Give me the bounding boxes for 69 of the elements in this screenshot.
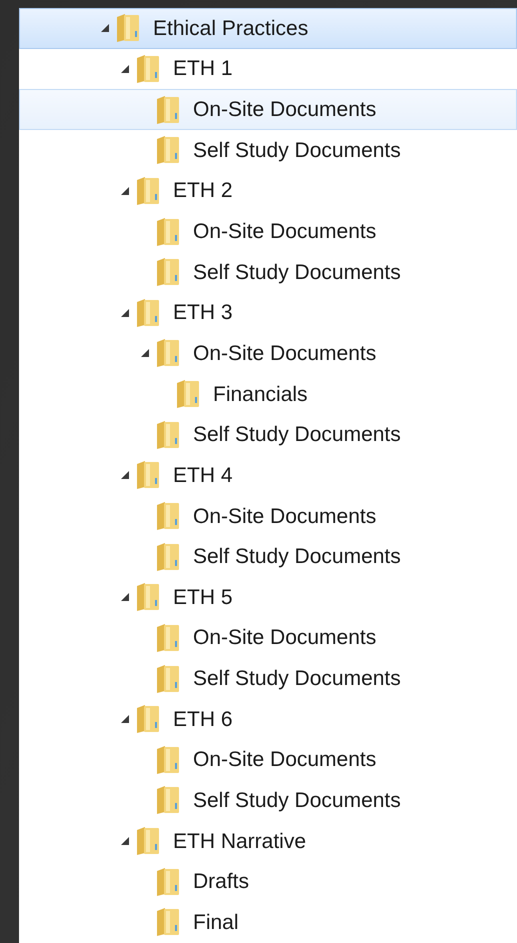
folder-icon bbox=[135, 582, 161, 612]
folder-icon bbox=[155, 94, 181, 125]
folder-label: Self Study Documents bbox=[193, 790, 401, 811]
folder-icon bbox=[155, 257, 181, 288]
folder-label: Drafts bbox=[193, 871, 250, 892]
tree-row[interactable]: ETH Narrative bbox=[19, 820, 517, 862]
folder-label: On-Site Documents bbox=[193, 749, 376, 770]
tree-row[interactable]: ETH 4 bbox=[19, 455, 517, 496]
tree-row[interactable]: ETH 2 bbox=[19, 170, 517, 212]
folder-icon bbox=[155, 135, 181, 166]
folder-label: ETH Narrative bbox=[173, 830, 306, 852]
folder-icon bbox=[135, 298, 161, 328]
folder-label: Financials bbox=[213, 384, 308, 405]
folder-label: ETH 2 bbox=[173, 180, 233, 202]
folder-icon bbox=[135, 704, 161, 734]
folder-label: ETH 5 bbox=[173, 586, 233, 608]
folder-label: ETH 3 bbox=[173, 302, 233, 324]
folder-label: On-Site Documents bbox=[193, 221, 376, 242]
tree-row[interactable]: ETH 3 bbox=[19, 292, 517, 334]
folder-label: On-Site Documents bbox=[193, 627, 376, 648]
folder-label: Self Study Documents bbox=[193, 424, 401, 446]
folder-icon bbox=[135, 176, 161, 206]
tree-row[interactable]: On-Site Documents bbox=[19, 89, 517, 130]
folder-label: Self Study Documents bbox=[193, 668, 401, 690]
folder-icon bbox=[155, 907, 181, 938]
folder-label: On-Site Documents bbox=[193, 506, 376, 526]
tree-row[interactable]: ETH 6 bbox=[19, 698, 517, 740]
folder-label: On-Site Documents bbox=[193, 342, 376, 364]
folder-label: Ethical Practices bbox=[153, 18, 308, 39]
tree-row[interactable]: On-Site Documents bbox=[19, 740, 517, 780]
tree-row[interactable]: Final bbox=[19, 902, 517, 943]
tree-row[interactable]: Drafts bbox=[19, 861, 517, 902]
folder-label: Final bbox=[193, 912, 239, 933]
folder-icon bbox=[135, 826, 161, 856]
folder-label: ETH 1 bbox=[173, 58, 233, 80]
tree-row[interactable]: Self Study Documents bbox=[19, 252, 517, 292]
tree-row[interactable]: On-Site Documents bbox=[19, 211, 517, 252]
folder-label: ETH 4 bbox=[173, 464, 233, 486]
folder-label: Self Study Documents bbox=[193, 546, 401, 568]
folder-icon bbox=[155, 501, 181, 531]
folder-label: Self Study Documents bbox=[193, 140, 401, 161]
tree-row[interactable]: Self Study Documents bbox=[19, 130, 517, 171]
folder-icon bbox=[135, 54, 161, 84]
tree-row[interactable]: Self Study Documents bbox=[19, 414, 517, 456]
folder-label: ETH 6 bbox=[173, 708, 233, 730]
folder-icon bbox=[155, 785, 181, 816]
tree-row[interactable]: On-Site Documents bbox=[19, 496, 517, 536]
folder-icon bbox=[155, 338, 181, 368]
tree-row[interactable]: On-Site Documents bbox=[19, 618, 517, 658]
folder-icon bbox=[155, 866, 181, 897]
tree-row[interactable]: Financials bbox=[19, 374, 517, 414]
tree-row[interactable]: ETH 1 bbox=[19, 48, 517, 90]
folder-icon bbox=[115, 13, 141, 44]
folder-icon bbox=[135, 460, 161, 490]
folder-label: On-Site Documents bbox=[193, 99, 376, 120]
tree-row[interactable]: On-Site Documents bbox=[19, 333, 517, 374]
tree-row[interactable]: ETH 5 bbox=[19, 576, 517, 618]
folder-label: Self Study Documents bbox=[193, 262, 401, 283]
tree-row[interactable]: Self Study Documents bbox=[19, 536, 517, 577]
folder-icon bbox=[155, 622, 181, 653]
tree-row[interactable]: Self Study Documents bbox=[19, 658, 517, 699]
tree-row[interactable]: Ethical Practices bbox=[19, 8, 517, 49]
folder-icon bbox=[155, 664, 181, 694]
tree-row[interactable]: Self Study Documents bbox=[19, 780, 517, 821]
folder-icon bbox=[155, 542, 181, 572]
folder-icon bbox=[155, 216, 181, 247]
folder-icon bbox=[155, 744, 181, 775]
folder-icon bbox=[175, 379, 201, 410]
folder-icon bbox=[155, 420, 181, 450]
